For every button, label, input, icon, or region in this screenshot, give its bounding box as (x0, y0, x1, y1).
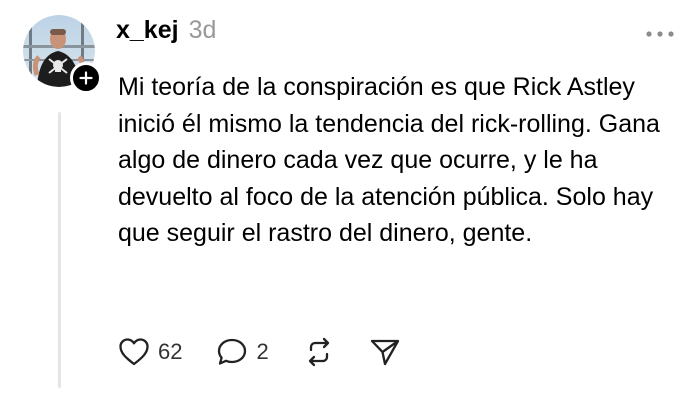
plus-icon (79, 71, 93, 85)
reply-count: 2 (256, 339, 269, 364)
more-dots-icon (646, 31, 674, 37)
like-count: 62 (158, 339, 183, 364)
thread-line (58, 112, 61, 388)
timestamp: 3d (188, 16, 217, 44)
comment-bubble-icon (218, 338, 247, 365)
like-button[interactable]: 62 (118, 337, 182, 367)
reply-button[interactable]: 2 (216, 337, 269, 367)
post-header: x_kej 3d (116, 16, 216, 56)
share-button[interactable] (369, 337, 401, 367)
more-options-button[interactable] (642, 24, 678, 44)
post-card: x_kej 3d Mi teoría de la conspiración es… (0, 0, 700, 400)
avatar-container (23, 15, 102, 94)
heart-icon (119, 338, 149, 366)
repost-button[interactable] (303, 337, 335, 367)
action-bar: 62 2 (118, 334, 435, 370)
username[interactable]: x_kej (116, 16, 179, 45)
repost-icon (308, 337, 329, 367)
send-icon (370, 339, 399, 366)
follow-button[interactable] (70, 62, 102, 94)
post-text: Mi teoría de la conspiración es que Rick… (118, 73, 660, 247)
